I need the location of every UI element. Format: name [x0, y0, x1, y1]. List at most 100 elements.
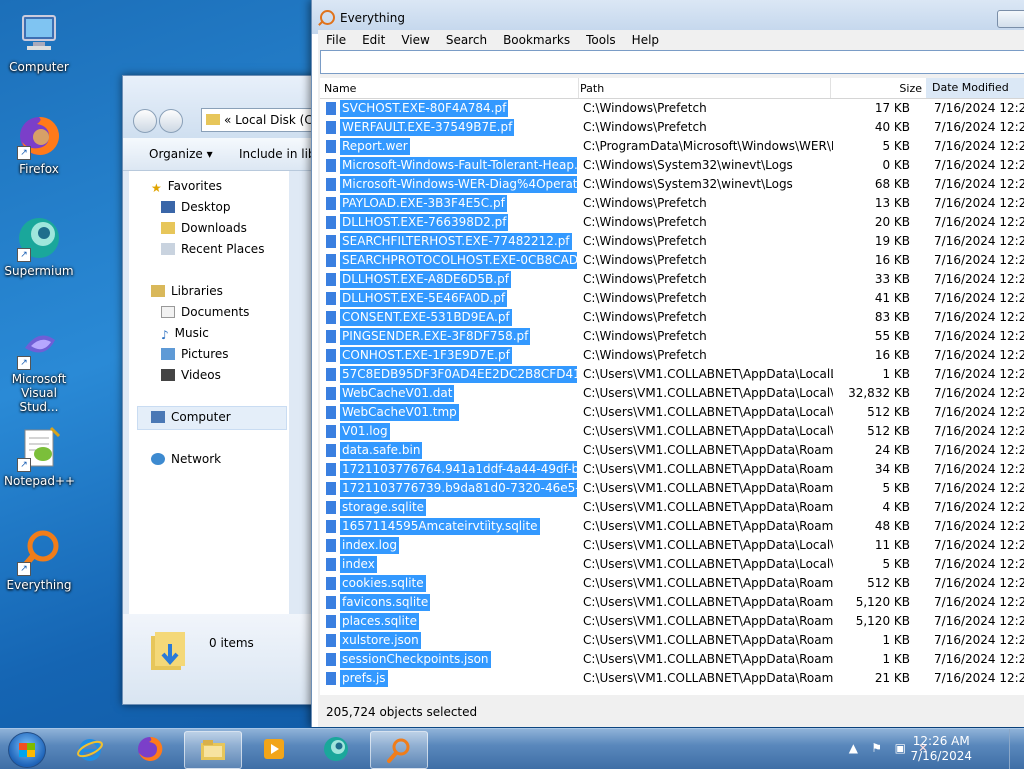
result-row[interactable]: Microsoft-Windows-Fault-Tolerant-Heap...… [320, 156, 1024, 175]
nav-favorites[interactable]: ★ Favorites [151, 179, 222, 195]
result-size: 1 KB [882, 367, 910, 381]
desktop-icon-supermium[interactable]: ↗ Supermium [4, 214, 74, 278]
result-row[interactable]: prefs.js C:\Users\VM1.COLLABNET\AppData\R… [320, 669, 1024, 688]
menu-search[interactable]: Search [438, 30, 495, 47]
result-row[interactable]: DLLHOST.EXE-A8DE6D5B.pf C:\Windows\Prefet… [320, 270, 1024, 289]
result-row[interactable]: Report.wer C:\ProgramData\Microsoft\Windo… [320, 137, 1024, 156]
taskbar-firefox[interactable] [122, 731, 178, 767]
result-row[interactable]: data.safe.bin C:\Users\VM1.COLLABNET\AppD… [320, 441, 1024, 460]
desktop-icon-visual-studio[interactable]: ↗ Microsoft Visual Stud... [4, 322, 74, 414]
desktop-icon-notepadpp[interactable]: ↗ Notepad++ [4, 424, 75, 488]
file-icon [325, 215, 337, 230]
address-bar[interactable]: « Local Disk (C [201, 108, 323, 132]
result-row[interactable]: DLLHOST.EXE-5E46FA0D.pf C:\Windows\Prefet… [320, 289, 1024, 308]
action-center-flag-icon[interactable]: ⚑ [871, 741, 882, 755]
result-path: C:\Windows\System32\winevt\Logs [583, 158, 793, 172]
nav-recent-places[interactable]: Recent Places [161, 242, 264, 256]
column-path[interactable]: Path [580, 82, 604, 95]
result-row[interactable]: CONSENT.EXE-531BD9EA.pf C:\Windows\Prefet… [320, 308, 1024, 327]
result-row[interactable]: WERFAULT.EXE-37549B7E.pf C:\Windows\Prefe… [320, 118, 1024, 137]
start-button[interactable] [8, 732, 46, 768]
nav-videos[interactable]: Videos [161, 368, 221, 382]
column-date-modified[interactable]: Date Modified [926, 78, 1024, 98]
result-name: index [340, 556, 377, 573]
everything-window[interactable]: Everything File Edit View Search Bookmarks To… [311, 0, 1024, 727]
taskbar-everything[interactable] [370, 731, 428, 769]
nav-label: Videos [181, 368, 221, 382]
column-divider[interactable] [830, 78, 831, 98]
nav-libraries[interactable]: Libraries [151, 284, 223, 298]
result-row[interactable]: SEARCHFILTERHOST.EXE-77482212.pf C:\Windo… [320, 232, 1024, 251]
network-icon[interactable]: ▣ [895, 741, 906, 755]
result-size: 1 KB [882, 633, 910, 647]
system-clock[interactable]: 12:26 AM 7/16/2024 [910, 734, 972, 764]
nav-desktop[interactable]: Desktop [161, 200, 231, 214]
nav-documents[interactable]: Documents [161, 305, 249, 319]
file-icon [325, 158, 337, 173]
result-row[interactable]: Microsoft-Windows-WER-Diag%4Operati... C:… [320, 175, 1024, 194]
taskbar-media-player[interactable] [246, 731, 302, 767]
result-row[interactable]: index.log C:\Users\VM1.COLLABNET\AppData\… [320, 536, 1024, 555]
result-name: CONHOST.EXE-1F3E9D7E.pf [340, 347, 512, 364]
nav-label: Pictures [181, 347, 229, 361]
taskbar: ▲ ⚑ ▣ ✕ 12:26 AM 7/16/2024 [0, 728, 1024, 769]
menu-help[interactable]: Help [624, 30, 667, 47]
back-button[interactable] [133, 109, 157, 133]
nav-pictures[interactable]: Pictures [161, 347, 229, 361]
menu-edit[interactable]: Edit [354, 30, 393, 47]
notepadpp-icon: ↗ [15, 424, 63, 472]
result-date: 7/16/2024 12:22 A [934, 481, 1024, 495]
result-row[interactable]: storage.sqlite C:\Users\VM1.COLLABNET\App… [320, 498, 1024, 517]
file-icon [325, 614, 337, 629]
nav-label: Music [174, 326, 209, 340]
result-row[interactable]: V01.log C:\Users\VM1.COLLABNET\AppData\Lo… [320, 422, 1024, 441]
explorer-window[interactable]: « Local Disk (C Organize ▾ Include in li… [122, 75, 324, 705]
result-row[interactable]: 57C8EDB95DF3F0AD4EE2DC2B8CFD4157 C:\Users… [320, 365, 1024, 384]
result-row[interactable]: cookies.sqlite C:\Users\VM1.COLLABNET\App… [320, 574, 1024, 593]
result-row[interactable]: 1721103776764.941a1ddf-4a44-49df-b260-..… [320, 460, 1024, 479]
search-input[interactable] [320, 50, 1024, 74]
desktop-icon-computer[interactable]: Computer [4, 10, 74, 74]
nav-music[interactable]: ♪ Music [161, 326, 209, 342]
result-row[interactable]: index C:\Users\VM1.COLLABNET\AppData\Loca… [320, 555, 1024, 574]
include-in-library-button[interactable]: Include in libr [239, 147, 320, 161]
supermium-icon [324, 737, 348, 761]
nav-network[interactable]: Network [151, 452, 221, 466]
organize-button[interactable]: Organize ▾ [149, 147, 213, 161]
result-row[interactable]: sessionCheckpoints.json C:\Users\VM1.COLL… [320, 650, 1024, 669]
result-row[interactable]: PAYLOAD.EXE-3B3F4E5C.pf C:\Windows\Prefet… [320, 194, 1024, 213]
forward-button[interactable] [159, 109, 183, 133]
result-row[interactable]: DLLHOST.EXE-766398D2.pf C:\Windows\Prefet… [320, 213, 1024, 232]
column-name[interactable]: Name [324, 82, 356, 95]
result-row[interactable]: SVCHOST.EXE-80F4A784.pf C:\Windows\Prefet… [320, 99, 1024, 118]
desktop-icon-firefox[interactable]: ↗ Firefox [4, 112, 74, 176]
column-size[interactable]: Size [888, 82, 922, 95]
result-row[interactable]: 1721103776739.b9da81d0-7320-46e5-b045...… [320, 479, 1024, 498]
show-hidden-icons-button[interactable]: ▲ [849, 741, 858, 755]
nav-computer[interactable]: Computer [151, 410, 231, 424]
result-row[interactable]: CONHOST.EXE-1F3E9D7E.pf C:\Windows\Prefet… [320, 346, 1024, 365]
result-row[interactable]: 1657114595Amcateirvtiìty.sqlite C:\Users\… [320, 517, 1024, 536]
taskbar-supermium[interactable] [308, 731, 364, 767]
result-row[interactable]: WebCacheV01.dat C:\Users\VM1.COLLABNET\Ap… [320, 384, 1024, 403]
menu-tools[interactable]: Tools [578, 30, 624, 47]
result-row[interactable]: favicons.sqlite C:\Users\VM1.COLLABNET\Ap… [320, 593, 1024, 612]
result-row[interactable]: WebCacheV01.tmp C:\Users\VM1.COLLABNET\Ap… [320, 403, 1024, 422]
menu-view[interactable]: View [393, 30, 437, 47]
column-divider[interactable] [578, 78, 579, 98]
taskbar-internet-explorer[interactable] [62, 731, 118, 767]
result-row[interactable]: places.sqlite C:\Users\VM1.COLLABNET\AppD… [320, 612, 1024, 631]
menu-file[interactable]: File [318, 30, 354, 47]
minimize-button[interactable] [997, 10, 1024, 28]
taskbar-windows-explorer[interactable] [184, 731, 242, 769]
menu-bookmarks[interactable]: Bookmarks [495, 30, 578, 47]
result-row[interactable]: PINGSENDER.EXE-3F8DF758.pf C:\Windows\Pre… [320, 327, 1024, 346]
result-row[interactable]: SEARCHPROTOCOLHOST.EXE-0CB8CADE... C:\Win… [320, 251, 1024, 270]
nav-downloads[interactable]: Downloads [161, 221, 247, 235]
show-desktop-button[interactable] [1009, 729, 1024, 769]
results-list[interactable]: Name Path Size Date Modified SVCHOST.EXE… [320, 78, 1024, 695]
result-row[interactable]: xulstore.json C:\Users\VM1.COLLABNET\AppD… [320, 631, 1024, 650]
shortcut-arrow-icon: ↗ [17, 248, 31, 262]
result-date: 7/16/2024 12:22 A [934, 557, 1024, 571]
desktop-icon-everything[interactable]: ↗ Everything [4, 528, 74, 592]
